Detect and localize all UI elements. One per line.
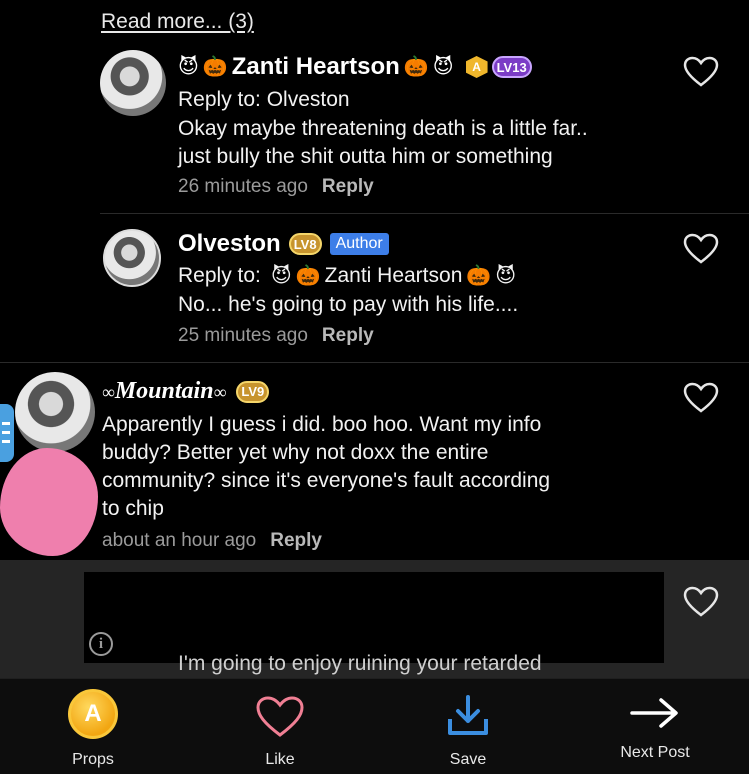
- reply-to-line: Reply to: 😈 🎃 Zanti Heartson 🎃 😈: [178, 264, 516, 288]
- divider: [0, 362, 749, 363]
- decor-left: ∞: [102, 382, 115, 402]
- comment-author-name[interactable]: ∞Mountain∞: [102, 378, 226, 405]
- comment-text-line: No... he's going to pay with his life...…: [178, 293, 519, 316]
- reply-button[interactable]: Reply: [270, 530, 322, 551]
- like-button[interactable]: Like: [230, 679, 330, 774]
- heart-icon[interactable]: [683, 382, 719, 414]
- comment-meta: 26 minutes ago Reply: [178, 176, 374, 198]
- comment-timestamp: 25 minutes ago: [178, 325, 308, 346]
- props-label: Props: [72, 751, 114, 768]
- decor-right: ∞: [213, 382, 227, 402]
- reply-to-line: Reply to: Olveston: [178, 88, 350, 112]
- pumpkin-emoji-icon: 🎃: [295, 265, 321, 287]
- reply-to-name[interactable]: Olveston: [267, 88, 350, 111]
- title-badge-icon: A: [465, 56, 488, 78]
- side-menu-tab[interactable]: [0, 404, 14, 462]
- comment-text-line: Apparently I guess i did. boo hoo. Want …: [102, 413, 542, 436]
- comment-author-row: ∞Mountain∞ LV9: [102, 378, 270, 405]
- redaction-box: [84, 572, 664, 663]
- avatar[interactable]: [103, 229, 161, 287]
- heart-icon[interactable]: [683, 56, 719, 88]
- redaction-scribble: [0, 448, 98, 556]
- devil-emoji-icon: 😈: [495, 265, 517, 287]
- comment-timestamp: 26 minutes ago: [178, 176, 308, 197]
- reply-button[interactable]: Reply: [322, 176, 374, 197]
- level-badge: LV13: [491, 56, 532, 78]
- pumpkin-emoji-icon: 🎃: [403, 56, 429, 78]
- comment-meta: 25 minutes ago Reply: [178, 325, 374, 347]
- comment-author-name[interactable]: Zanti Heartson: [232, 53, 400, 81]
- heart-icon[interactable]: [683, 586, 719, 618]
- next-post-label: Next Post: [620, 744, 690, 761]
- pumpkin-emoji-icon: 🎃: [466, 265, 492, 287]
- arrow-right-icon: [630, 698, 678, 728]
- next-post-button[interactable]: Next Post: [600, 679, 710, 774]
- bottom-action-bar: A Props Like Save Next Post: [0, 678, 749, 774]
- props-coin-icon: A: [68, 689, 118, 739]
- save-label: Save: [449, 751, 487, 768]
- comment-author-row: Olveston LV8 Author: [178, 230, 389, 258]
- download-icon: [448, 695, 488, 735]
- read-more-link[interactable]: Read more... (3): [101, 10, 254, 34]
- comment-meta: about an hour ago Reply: [102, 530, 322, 552]
- reply-to-label: Reply to:: [178, 88, 261, 111]
- comment-text-line: community? since it's everyone's fault a…: [102, 469, 551, 492]
- reply-button[interactable]: Reply: [322, 325, 374, 346]
- author-badge: Author: [329, 233, 389, 255]
- props-button[interactable]: A Props: [43, 679, 143, 774]
- avatar[interactable]: [100, 50, 166, 116]
- divider: [100, 213, 749, 214]
- heart-icon[interactable]: [683, 233, 719, 265]
- comment-author-row: 😈 🎃 Zanti Heartson 🎃 😈 A LV13: [178, 53, 532, 81]
- comment-text-line: buddy? Better yet why not doxx the entir…: [102, 441, 489, 464]
- devil-emoji-icon: 😈: [178, 56, 199, 78]
- reply-to-name[interactable]: Zanti Heartson: [325, 264, 463, 288]
- reply-to-label: Reply to:: [178, 264, 261, 287]
- like-label: Like: [265, 751, 295, 768]
- comment-timestamp: about an hour ago: [102, 530, 257, 551]
- info-icon[interactable]: i: [89, 632, 113, 656]
- comment-text-line: just bully the shit outta him or somethi…: [178, 145, 553, 168]
- comment-text-line: Okay maybe threatening death is a little…: [178, 117, 588, 140]
- save-button[interactable]: Save: [418, 679, 518, 774]
- comment-text-line: to chip: [102, 497, 164, 520]
- heart-icon: [256, 696, 304, 737]
- devil-emoji-icon: 😈: [432, 56, 454, 78]
- level-badge: LV9: [236, 380, 270, 403]
- comment-author-name[interactable]: Olveston: [178, 230, 281, 258]
- partial-comment-text: I'm going to enjoy ruining your retarded: [178, 652, 542, 675]
- avatar[interactable]: [15, 372, 95, 452]
- menu-lines-icon: [2, 422, 10, 443]
- pumpkin-emoji-icon: 🎃: [202, 56, 228, 78]
- devil-emoji-icon: 😈: [270, 265, 292, 287]
- level-badge: LV8: [288, 233, 322, 255]
